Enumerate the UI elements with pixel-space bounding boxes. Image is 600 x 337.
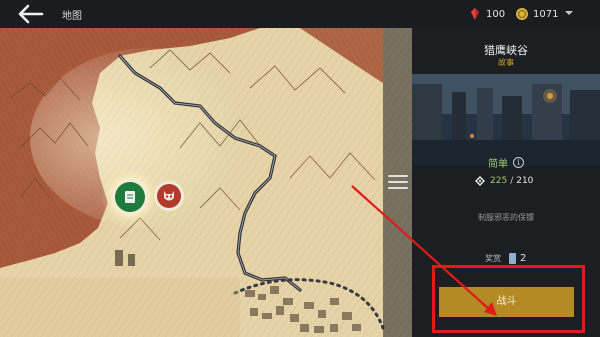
chevron-down-icon[interactable] <box>563 8 575 18</box>
back-arrow-icon[interactable] <box>16 4 46 24</box>
card-icon <box>509 253 516 264</box>
coin-count: 1071 <box>533 8 559 20</box>
demon-mask-icon <box>164 191 174 201</box>
reward-label: 奖赏 <box>485 254 501 263</box>
map-screen: 地图 100 1071 猎鹰峡谷 故事 简单 i 225 / 210 制服邪恶的… <box>0 0 600 337</box>
power-separator: / <box>510 176 514 186</box>
enemy-marker[interactable] <box>154 181 184 211</box>
annotation-highlight-box <box>432 265 585 333</box>
world-map[interactable] <box>0 28 412 337</box>
reward: 奖赏 2 <box>485 253 526 264</box>
red-gem-icon <box>471 8 479 20</box>
power-rating: 225 / 210 <box>475 176 533 186</box>
story-marker[interactable] <box>111 178 149 216</box>
location-type: 故事 <box>498 58 514 67</box>
gem-count: 100 <box>486 8 506 20</box>
top-bar: 地图 100 1071 <box>0 0 600 28</box>
difficulty: 简单 i <box>488 155 524 170</box>
power-current: 225 <box>490 176 508 186</box>
story-scroll-icon <box>125 191 135 203</box>
gold-coin-icon <box>516 8 528 20</box>
mission-description: 制服邪恶的保镖 <box>478 213 534 222</box>
screen-title: 地图 <box>62 11 82 22</box>
map-terrain <box>0 28 412 337</box>
info-icon[interactable]: i <box>513 157 524 168</box>
power-diamond-icon <box>475 176 485 186</box>
location-name: 猎鹰峡谷 <box>484 44 528 57</box>
difficulty-label: 简单 <box>488 159 508 170</box>
location-thumbnail <box>412 74 600 166</box>
reward-count: 2 <box>520 253 527 264</box>
coin-counter: 1071 <box>515 7 558 21</box>
hamburger-menu-icon[interactable] <box>388 175 408 191</box>
power-required: 210 <box>516 176 534 186</box>
gem-counter: 100 <box>468 7 505 21</box>
